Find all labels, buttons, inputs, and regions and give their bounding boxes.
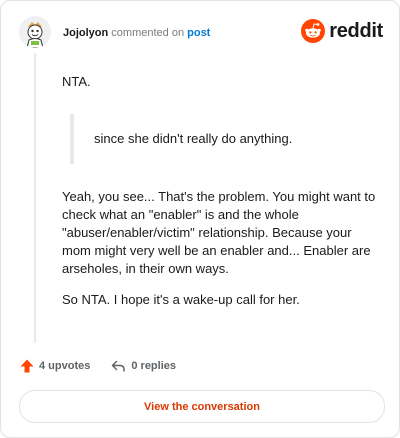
- reply-count: 0 replies: [131, 360, 176, 372]
- comment-embed-card: Jojolyon commented on post reddit NTA. s…: [0, 0, 400, 438]
- comment-footer: 4 upvotes 0 replies: [19, 357, 176, 375]
- comment-paragraph: Yeah, you see... That's the problem. You…: [62, 189, 376, 276]
- replies-button[interactable]: 0 replies: [110, 358, 176, 374]
- thread-line: [34, 53, 36, 343]
- reddit-wordmark: reddit: [329, 19, 383, 42]
- comment-meta: Jojolyon commented on post: [63, 27, 210, 40]
- reply-arrow-icon: [112, 360, 126, 372]
- comment-header: Jojolyon commented on post reddit: [19, 16, 383, 52]
- comment-body: NTA. since she didn't really do anything…: [62, 73, 380, 309]
- comment-verb: commented on: [111, 27, 185, 39]
- comment-paragraph: So NTA. I hope it's a wake-up call for h…: [62, 292, 300, 307]
- upvote-count: 4 upvotes: [39, 360, 91, 372]
- blockquote: since she didn't really do anything.: [70, 114, 380, 164]
- upvote-arrow-icon: [20, 359, 34, 373]
- avatar-icon: [19, 16, 51, 48]
- view-conversation-button[interactable]: View the conversation: [19, 390, 385, 423]
- upvote-button[interactable]: 4 upvotes: [19, 358, 90, 374]
- user-avatar[interactable]: [19, 16, 51, 48]
- post-link[interactable]: post: [187, 27, 210, 39]
- quote-text: since she didn't really do anything.: [94, 131, 293, 146]
- reddit-logo[interactable]: reddit: [301, 18, 383, 44]
- comment-paragraph: NTA.: [62, 74, 91, 89]
- reddit-snoo-icon: [301, 19, 326, 43]
- username-link[interactable]: Jojolyon: [63, 27, 108, 39]
